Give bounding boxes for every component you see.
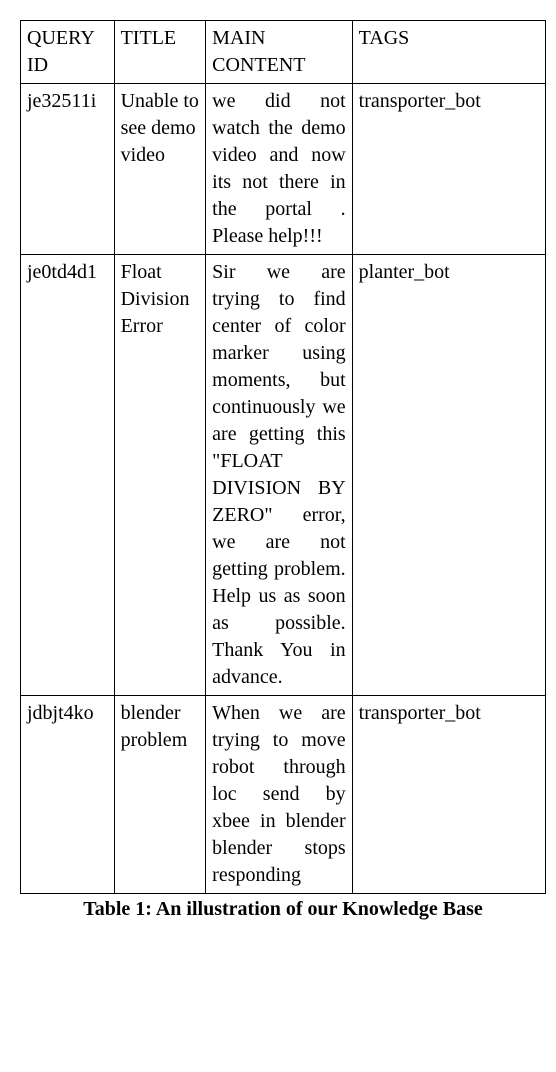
table-row: je0td4d1 Float Division Error Sir we are… <box>21 255 546 696</box>
cell-title: Float Division Error <box>114 255 206 696</box>
table-caption: Table 1: An illustration of our Knowledg… <box>20 898 546 921</box>
cell-tags: transporter_bot <box>352 696 545 894</box>
header-query-id: QUERY ID <box>21 21 115 84</box>
cell-tags: planter_bot <box>352 255 545 696</box>
cell-main-content: Sir we are trying to find center of colo… <box>206 255 353 696</box>
table-row: je32511i Unable to see demo video we did… <box>21 84 546 255</box>
table-row: jdbjt4ko blender problem When we are try… <box>21 696 546 894</box>
cell-tags: transporter_bot <box>352 84 545 255</box>
cell-title: Unable to see demo video <box>114 84 206 255</box>
knowledge-base-table: QUERY ID TITLE MAIN CONTENT TAGS je32511… <box>20 20 546 894</box>
header-tags: TAGS <box>352 21 545 84</box>
cell-title: blender problem <box>114 696 206 894</box>
page: QUERY ID TITLE MAIN CONTENT TAGS je32511… <box>0 0 556 941</box>
table-header-row: QUERY ID TITLE MAIN CONTENT TAGS <box>21 21 546 84</box>
cell-query-id: jdbjt4ko <box>21 696 115 894</box>
header-title: TITLE <box>114 21 206 84</box>
cell-main-content: we did not watch the demo video and now … <box>206 84 353 255</box>
cell-main-content: When we are trying to move robot through… <box>206 696 353 894</box>
cell-query-id: je32511i <box>21 84 115 255</box>
cell-query-id: je0td4d1 <box>21 255 115 696</box>
header-main-content: MAIN CONTENT <box>206 21 353 84</box>
